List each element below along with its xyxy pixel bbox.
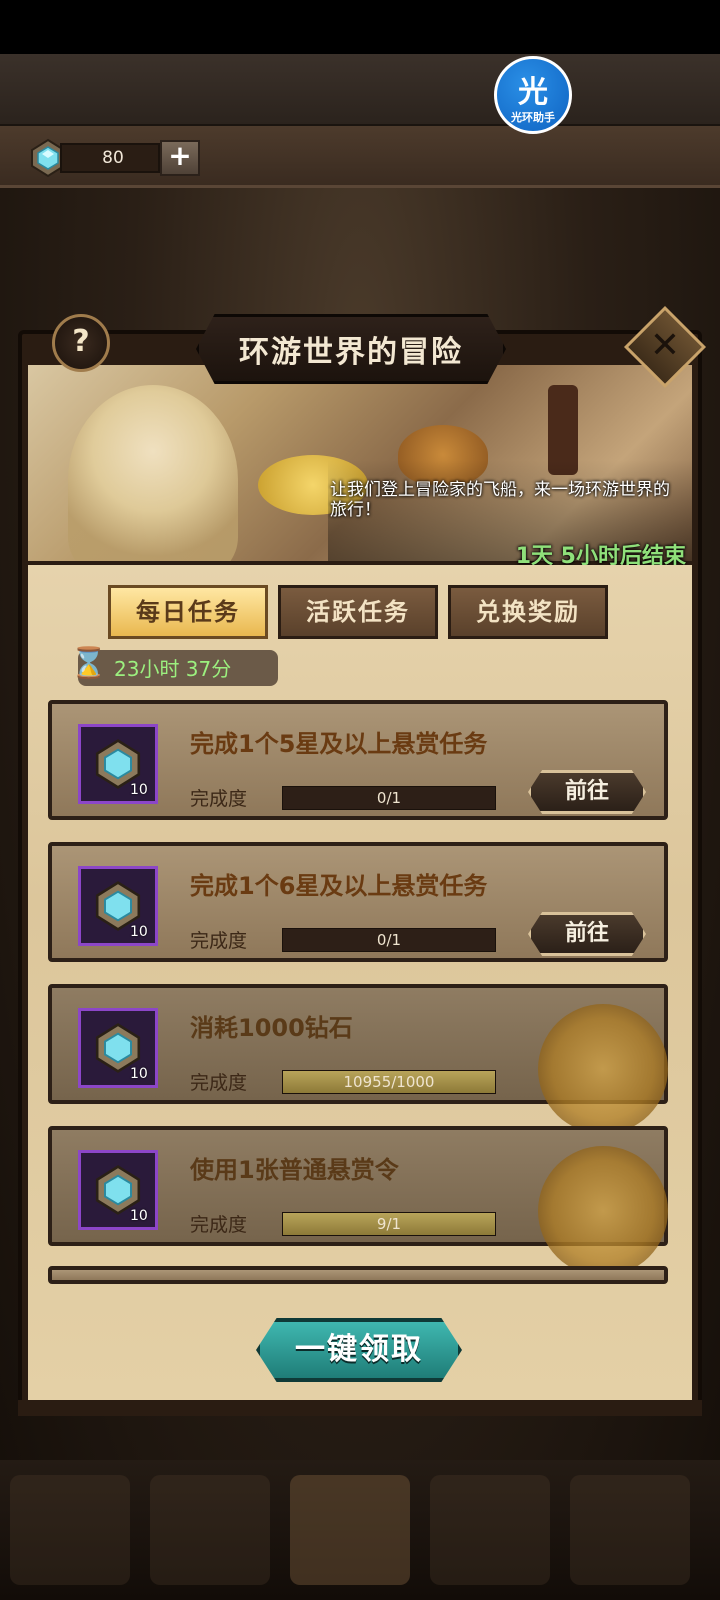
bottom-nav-slot — [150, 1475, 270, 1585]
daily-reset-countdown: 23小时 37分 — [114, 657, 232, 681]
reward-quantity: 10 — [130, 1066, 148, 1082]
guanghuan-helper-badge[interactable]: 光 光环助手 — [494, 56, 572, 134]
task-title: 消耗1000钻石 — [190, 1014, 353, 1042]
bottom-nav-slot — [570, 1475, 690, 1585]
add-diamond-button[interactable]: + — [160, 140, 200, 176]
progress-value: 0/1 — [376, 931, 402, 949]
event-description: 让我们登上冒险家的飞船，来一场环游世界的旅行！ — [330, 480, 670, 520]
claimed-stamp-icon — [538, 1004, 668, 1134]
progress-label: 完成度 — [190, 1214, 248, 1236]
bottom-nav-slot — [290, 1475, 410, 1585]
task-title: 完成1个5星及以上悬赏任务 — [190, 730, 488, 758]
tab-exchange-rewards[interactable]: 兑换奖励 — [448, 585, 608, 639]
task-title: 完成1个6星及以上悬赏任务 — [190, 872, 488, 900]
status-bar — [0, 0, 720, 54]
diamond-count: 80 — [60, 143, 160, 173]
task-title: 使用1张普通悬赏令 — [190, 1156, 399, 1184]
helper-logo-glyph: 光 — [518, 75, 548, 110]
bottom-nav-slot — [10, 1475, 130, 1585]
tab-daily-tasks[interactable]: 每日任务 — [108, 585, 268, 639]
help-button[interactable]: ? — [52, 314, 110, 372]
claimed-stamp-icon — [538, 1146, 668, 1276]
progress-label: 完成度 — [190, 930, 248, 952]
progress-value: 9/1 — [376, 1215, 402, 1233]
go-button[interactable]: 前往 — [528, 770, 646, 814]
event-banner — [28, 365, 692, 565]
tab-active-tasks[interactable]: 活跃任务 — [278, 585, 438, 639]
hourglass-icon: ⌛ — [70, 646, 108, 681]
game-top-bar — [0, 54, 720, 126]
progress-value: 10955/1000 — [343, 1073, 435, 1091]
panel-bottom-border — [18, 1400, 702, 1416]
reward-quantity: 10 — [130, 924, 148, 940]
claim-all-button[interactable]: 一键领取 — [256, 1318, 462, 1382]
reward-quantity: 10 — [130, 1208, 148, 1224]
bottom-nav-slot — [430, 1475, 550, 1585]
progress-label: 完成度 — [190, 788, 248, 810]
close-icon: ✕ — [649, 325, 681, 366]
reward-quantity: 10 — [130, 782, 148, 798]
progress-label: 完成度 — [190, 1072, 248, 1094]
banner-character-art — [68, 385, 238, 561]
go-button[interactable]: 前往 — [528, 912, 646, 956]
event-title: 环游世界的冒险 — [239, 335, 463, 370]
task-row[interactable] — [48, 1266, 668, 1284]
helper-label: 光环助手 — [511, 111, 555, 124]
progress-value: 0/1 — [376, 789, 402, 807]
